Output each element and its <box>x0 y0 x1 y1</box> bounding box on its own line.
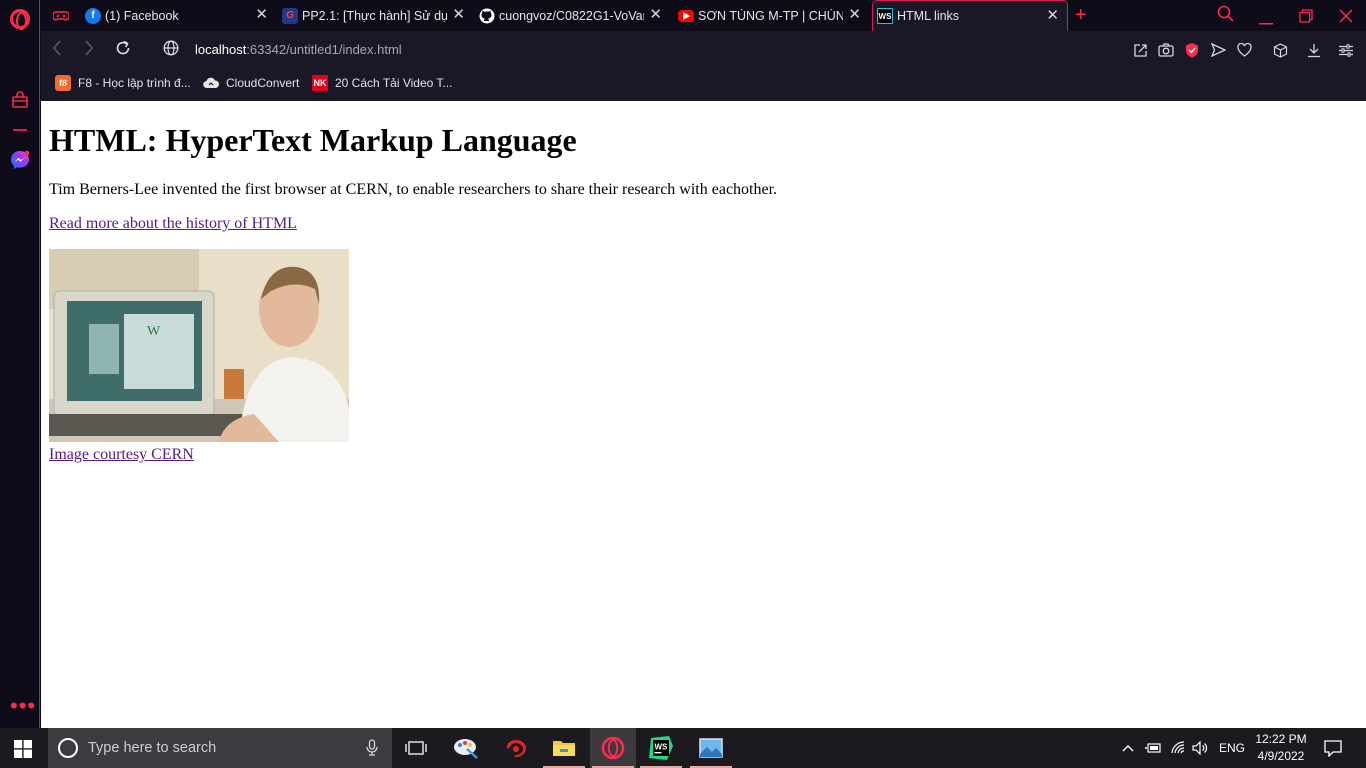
send-icon[interactable] <box>1209 41 1227 59</box>
shield-icon[interactable] <box>1183 41 1201 59</box>
tab-title: PP2.1: [Thực hành] Sử dụng <box>302 8 447 23</box>
tab-strip: f (1) Facebook ✕ G PP2.1: [Thực hành] Sử… <box>41 0 1366 31</box>
back-button[interactable] <box>52 40 62 59</box>
opera-logo-icon[interactable] <box>10 9 30 30</box>
history-link[interactable]: Read more about the history of HTML <box>49 215 297 233</box>
sidebar-divider <box>13 129 27 131</box>
show-hidden-icons-chevron-icon[interactable] <box>1122 728 1134 768</box>
bookmark-label: CloudConvert <box>226 76 300 90</box>
forward-button[interactable] <box>84 40 94 59</box>
download-icon[interactable] <box>1305 41 1323 59</box>
volume-icon[interactable] <box>1192 728 1209 768</box>
close-window-button[interactable] <box>1339 8 1353 28</box>
url-path: :63342/untitled1/index.html <box>246 42 402 57</box>
restore-button[interactable] <box>1299 8 1313 28</box>
bookmark-cloudconvert[interactable]: CloudConvert <box>203 75 299 91</box>
messenger-icon[interactable] <box>10 150 30 170</box>
input-language[interactable]: ENG <box>1219 728 1245 768</box>
shopping-bag-icon[interactable] <box>10 90 30 110</box>
tab-title: HTML links <box>897 9 960 23</box>
bookmark-label: F8 - Học lập trình đ... <box>78 76 191 90</box>
youtube-icon <box>678 9 694 22</box>
search-tabs-icon[interactable] <box>1217 5 1234 27</box>
windows-start-icon[interactable] <box>14 740 32 758</box>
notifications-icon[interactable] <box>1324 728 1342 768</box>
url-host: localhost <box>195 42 247 57</box>
minimize-button[interactable] <box>1259 10 1273 30</box>
github-icon <box>479 8 495 24</box>
bookmark-label: 20 Cách Tải Video T... <box>335 76 453 90</box>
close-icon[interactable]: ✕ <box>452 7 465 23</box>
tab-github[interactable]: cuongvoz/C0822G1-VoVan ✕ <box>475 0 670 31</box>
clock-time: 12:22 PM <box>1255 732 1307 746</box>
globe-icon[interactable] <box>163 40 179 59</box>
tab-youtube[interactable]: SƠN TÙNG M-TP | CHÚNG ✕ <box>674 0 869 31</box>
easy-setup-icon[interactable] <box>1337 41 1355 59</box>
task-view-icon[interactable] <box>393 728 439 768</box>
sidebar-more-icon[interactable]: ••• <box>10 695 36 717</box>
tab-title: SƠN TÙNG M-TP | CHÚNG <box>698 8 843 23</box>
camera-icon[interactable] <box>1157 41 1175 59</box>
clock-date: 4/9/2022 <box>1257 749 1305 763</box>
tab-html-links[interactable]: WS HTML links ✕ <box>872 0 1068 31</box>
close-icon[interactable]: ✕ <box>848 7 861 23</box>
webstorm-taskbar-icon[interactable]: WS <box>638 728 684 768</box>
microphone-icon[interactable] <box>366 739 378 761</box>
close-icon[interactable]: ✕ <box>255 7 268 23</box>
nk-icon: NK <box>312 75 328 91</box>
cortana-icon <box>58 738 78 758</box>
page-heading: HTML: HyperText Markup Language <box>49 122 577 158</box>
tab-codegym[interactable]: G PP2.1: [Thực hành] Sử dụng ✕ <box>278 0 473 31</box>
reload-button[interactable] <box>115 40 131 59</box>
tim-berners-lee-photo: W <box>49 249 349 442</box>
share-icon[interactable] <box>1131 41 1149 59</box>
gamepad-icon <box>53 8 69 24</box>
tab-title: (1) Facebook <box>105 8 179 23</box>
photos-app-icon[interactable] <box>688 728 734 768</box>
opera-sidebar: ••• <box>0 0 40 728</box>
opera-gx-taskbar-icon[interactable] <box>590 728 636 768</box>
bookmarks-bar: f8 F8 - Học lập trình đ... CloudConvert … <box>41 69 1366 101</box>
taskbar: Type here to search WS ENG 12:22 PM 4/9/… <box>0 728 1366 768</box>
codegym-icon: G <box>282 7 298 24</box>
system-clock[interactable]: 12:22 PM 4/9/2022 <box>1252 731 1310 765</box>
tab-facebook[interactable]: f (1) Facebook ✕ <box>81 0 276 31</box>
close-icon[interactable]: ✕ <box>1046 8 1059 24</box>
url-field[interactable]: localhost:63342/untitled1/index.html <box>195 42 402 57</box>
image-courtesy-link[interactable]: Image courtesy CERN <box>49 446 194 464</box>
facebook-icon: f <box>85 7 101 24</box>
cloudconvert-icon <box>203 75 219 91</box>
heart-icon[interactable] <box>1235 41 1253 59</box>
battery-icon[interactable] <box>1145 728 1161 768</box>
f8-icon: f8 <box>55 75 71 91</box>
tab-title: cuongvoz/C0822G1-VoVan <box>499 8 644 23</box>
svg-text:W: W <box>147 324 161 339</box>
close-icon[interactable]: ✕ <box>649 7 662 23</box>
new-tab-button[interactable]: + <box>1075 4 1087 27</box>
bookmark-f8[interactable]: f8 F8 - Học lập trình đ... <box>55 75 191 91</box>
wifi-icon[interactable] <box>1170 728 1186 768</box>
tab-gx-control[interactable] <box>49 0 79 31</box>
garena-app-icon[interactable] <box>493 728 539 768</box>
file-explorer-icon[interactable] <box>541 728 587 768</box>
page-content: HTML: HyperText Markup Language Tim Bern… <box>41 101 1366 728</box>
address-bar-row: localhost:63342/untitled1/index.html <box>41 31 1366 69</box>
bookmark-nk[interactable]: NK 20 Cách Tải Video T... <box>312 75 452 91</box>
svg-text:WS: WS <box>655 743 669 752</box>
page-description: Tim Berners-Lee invented the first brows… <box>49 181 778 198</box>
paint-app-icon[interactable] <box>443 728 489 768</box>
webstorm-icon: WS <box>877 8 893 24</box>
extensions-cube-icon[interactable] <box>1271 41 1289 59</box>
taskbar-search-input[interactable]: Type here to search <box>48 728 392 768</box>
search-placeholder: Type here to search <box>88 740 217 756</box>
